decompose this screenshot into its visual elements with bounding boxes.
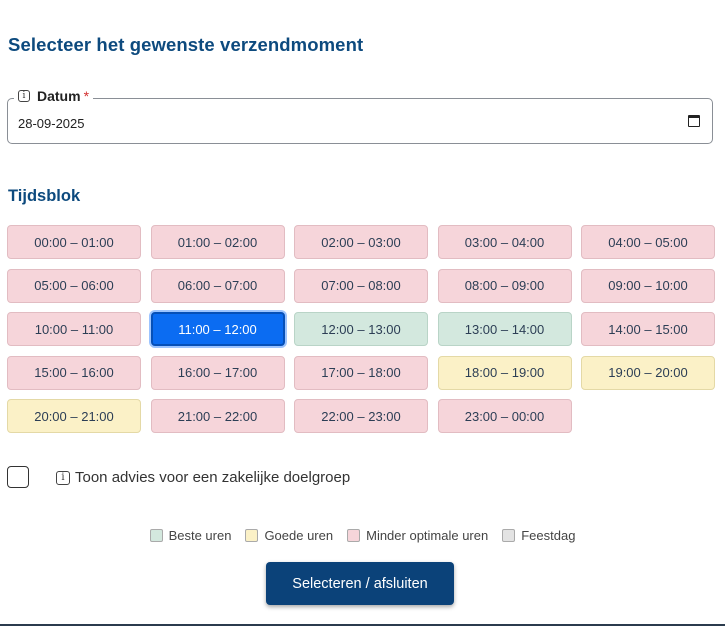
timeslot-button[interactable]: 00:00 – 01:00 bbox=[7, 225, 141, 259]
timeslot-button[interactable]: 16:00 – 17:00 bbox=[150, 355, 285, 390]
legend-swatch bbox=[502, 529, 516, 542]
timeslot-button[interactable]: 23:00 – 00:00 bbox=[437, 399, 572, 433]
timeslot-button[interactable]: 08:00 – 09:00 bbox=[437, 268, 572, 303]
business-advice-label: i Toon advies voor een zakelijke doelgro… bbox=[56, 469, 350, 486]
legend-item-goede: Goede uren bbox=[245, 528, 333, 543]
timeslot-button[interactable]: 06:00 – 07:00 bbox=[150, 268, 285, 303]
timeslot-button[interactable]: 04:00 – 05:00 bbox=[581, 225, 715, 259]
legend-swatch bbox=[245, 529, 259, 542]
timeslot-button[interactable]: 14:00 – 15:00 bbox=[581, 312, 715, 346]
required-indicator: * bbox=[83, 88, 90, 104]
date-field[interactable]: i Datum * 28-09-2025 bbox=[7, 88, 713, 144]
calendar-icon[interactable] bbox=[688, 115, 700, 127]
timeslot-button[interactable]: 18:00 – 19:00 bbox=[437, 355, 572, 390]
legend-item-minder-optimaal: Minder optimale uren bbox=[347, 528, 488, 543]
timeslot-button[interactable]: 13:00 – 14:00 bbox=[437, 312, 572, 346]
timeslot-button[interactable]: 22:00 – 23:00 bbox=[294, 399, 428, 433]
timeslot-button[interactable]: 07:00 – 08:00 bbox=[294, 268, 428, 303]
legend-label: Minder optimale uren bbox=[366, 528, 489, 543]
legend-label: Beste uren bbox=[168, 528, 232, 543]
date-label: Datum bbox=[37, 88, 81, 104]
info-icon[interactable]: i bbox=[56, 470, 70, 485]
legend: Beste uren Goede uren Minder optimale ur… bbox=[0, 528, 725, 543]
legend-label: Feestdag bbox=[521, 528, 576, 543]
timeslot-button[interactable]: 01:00 – 02:00 bbox=[150, 225, 285, 259]
timeslot-button[interactable]: 05:00 – 06:00 bbox=[7, 268, 141, 303]
timeslot-button[interactable]: 20:00 – 21:00 bbox=[7, 399, 141, 433]
timeslot-button[interactable]: 19:00 – 20:00 bbox=[581, 355, 715, 390]
timeslot-button[interactable]: 11:00 – 12:00 bbox=[150, 312, 285, 346]
timeslot-button[interactable]: 03:00 – 04:00 bbox=[437, 225, 572, 259]
legend-item-beste: Beste uren bbox=[149, 528, 232, 543]
date-input[interactable]: 28-09-2025 bbox=[18, 116, 85, 131]
timeslot-button[interactable]: 12:00 – 13:00 bbox=[294, 312, 428, 346]
submit-button[interactable]: Selecteren / afsluiten bbox=[266, 562, 454, 605]
business-advice-checkbox[interactable] bbox=[7, 466, 29, 488]
page-title: Selecteer het gewenste verzendmoment bbox=[8, 34, 364, 55]
timeslot-button[interactable]: 15:00 – 16:00 bbox=[7, 355, 141, 390]
timeslot-button[interactable]: 02:00 – 03:00 bbox=[294, 225, 428, 259]
info-icon[interactable]: i bbox=[18, 90, 30, 102]
divider bbox=[0, 624, 725, 626]
legend-swatch bbox=[149, 529, 163, 542]
timeblock-title: Tijdsblok bbox=[8, 187, 81, 205]
legend-label: Goede uren bbox=[264, 528, 334, 543]
timeslot-button[interactable]: 21:00 – 22:00 bbox=[150, 399, 285, 433]
legend-item-feestdag: Feestdag bbox=[502, 528, 575, 543]
date-legend: i Datum * bbox=[14, 88, 94, 104]
legend-swatch bbox=[347, 529, 361, 542]
timeslot-button[interactable]: 10:00 – 11:00 bbox=[7, 312, 141, 346]
business-advice-text: Toon advies voor een zakelijke doelgroep bbox=[75, 469, 351, 486]
timeslot-button[interactable]: 17:00 – 18:00 bbox=[294, 355, 428, 390]
timeslot-button[interactable]: 09:00 – 10:00 bbox=[581, 268, 715, 303]
